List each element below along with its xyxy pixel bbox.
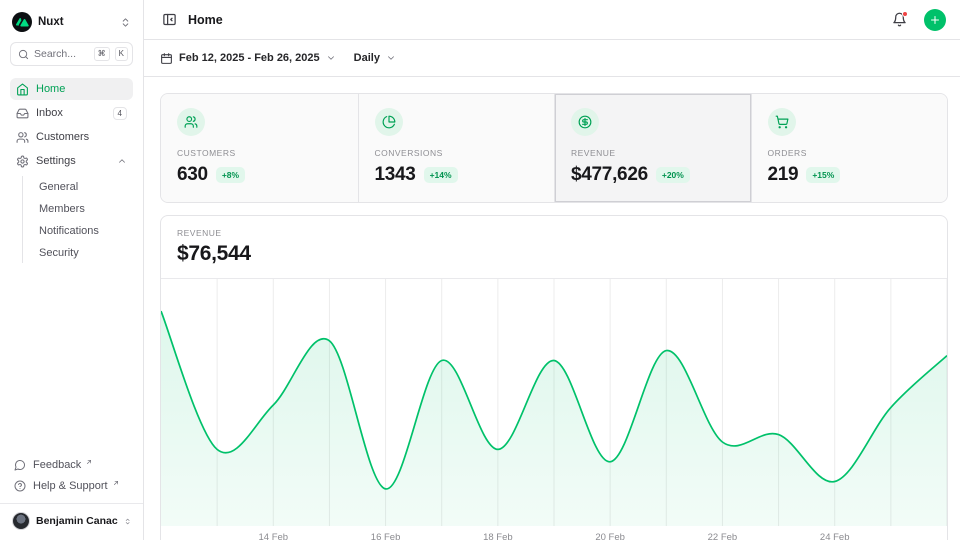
notifications-button[interactable] [890,10,909,29]
x-axis-tick-label: 18 Feb [483,532,513,540]
x-axis-tick-label: 24 Feb [820,532,850,540]
stat-label: REVENUE [571,148,735,158]
filter-toolbar: Feb 12, 2025 - Feb 26, 2025 Daily [144,40,960,77]
page-title: Home [188,13,881,27]
chart-pie-icon [382,115,396,129]
main-area: Home Feb 12, 2025 - Feb 26, 2025 Daily [144,0,960,540]
stat-icon-circle [177,108,205,136]
sidebar-item-notifications[interactable]: Notifications [35,220,133,241]
help-support-label: Help & Support [33,480,108,492]
stat-card-conversions[interactable]: CONVERSIONS 1343 +14% [358,94,555,202]
sidebar-item-home[interactable]: Home [10,78,133,100]
content: CUSTOMERS 630 +8% CONVERSIONS 1343 +14% [144,77,960,540]
user-name: Benjamin Canac [36,515,118,527]
stat-icon-circle [768,108,796,136]
stat-card-revenue[interactable]: REVENUE $477,626 +20% [554,94,751,202]
inbox-icon [16,107,29,120]
stat-delta-badge: +20% [656,167,690,183]
avatar [12,512,30,530]
stat-value: 219 [768,164,799,186]
period-select[interactable]: Daily [354,52,396,64]
sidebar-item-label: Settings [36,155,110,167]
sidebar-item-settings[interactable]: Settings [10,150,133,172]
users-icon [184,115,198,129]
stat-value: 1343 [375,164,416,186]
notification-dot [902,11,908,17]
stat-delta-badge: +14% [424,167,458,183]
sidebar-spacer [10,263,133,454]
workspace-switcher[interactable]: Nuxt [10,8,133,42]
settings-submenu: General Members Notifications Security [22,176,133,263]
date-range-picker[interactable]: Feb 12, 2025 - Feb 26, 2025 [160,52,336,65]
shopping-cart-icon [775,115,789,129]
revenue-area-chart[interactable]: 14 Feb 16 Feb 18 Feb 20 Feb 22 Feb 24 Feb [161,279,947,540]
search-placeholder: Search... [34,48,89,60]
search-input[interactable]: Search... ⌘ K [10,42,133,66]
revenue-chart-card: REVENUE $76,544 14 Feb 16 Feb 18 Feb 20 Feb… [160,215,948,540]
circle-dollar-icon [578,115,592,129]
chart-header: REVENUE $76,544 [161,216,947,279]
home-icon [16,83,29,96]
help-support-link[interactable]: Help & Support [10,475,133,496]
sidebar-item-label: Inbox [36,107,106,119]
stats-grid: CUSTOMERS 630 +8% CONVERSIONS 1343 +14% [160,93,948,203]
sidebar-item-label: Home [36,83,127,95]
plus-icon [929,14,941,26]
sidebar-item-members[interactable]: Members [35,198,133,219]
inbox-count-badge: 4 [113,107,127,120]
sidebar-item-customers[interactable]: Customers [10,126,133,148]
stat-label: CUSTOMERS [177,148,342,158]
sidebar: Nuxt Search... ⌘ K Home Inbox 4 Customer… [0,0,144,540]
sidebar-item-general[interactable]: General [35,176,133,197]
sidebar-item-inbox[interactable]: Inbox 4 [10,102,133,124]
panel-left-icon [162,12,177,27]
settings-gear-icon [16,155,29,168]
workspace-name: Nuxt [38,16,114,28]
message-circle-icon [14,459,26,471]
user-menu[interactable]: Benjamin Canac [0,503,143,532]
stat-icon-circle [375,108,403,136]
external-link-icon [112,479,120,487]
sidebar-nav: Home Inbox 4 Customers Settings General … [10,78,133,263]
feedback-label: Feedback [33,459,81,471]
stat-label: ORDERS [768,148,932,158]
collapse-sidebar-button[interactable] [160,10,179,29]
nuxt-logo-icon [12,12,32,32]
period-label: Daily [354,52,380,64]
calendar-icon [160,52,173,65]
date-range-label: Feb 12, 2025 - Feb 26, 2025 [179,52,320,64]
stat-value: $477,626 [571,164,648,186]
x-axis-tick-label: 22 Feb [708,532,738,540]
stat-card-orders[interactable]: ORDERS 219 +15% [751,94,948,202]
kbd-meta: ⌘ [94,47,110,61]
chevron-up-icon [117,156,127,166]
stat-card-customers[interactable]: CUSTOMERS 630 +8% [161,94,358,202]
users-icon [16,131,29,144]
help-circle-icon [14,480,26,492]
x-axis-tick-label: 16 Feb [371,532,401,540]
chart-value: $76,544 [177,242,931,266]
feedback-link[interactable]: Feedback [10,454,133,475]
sidebar-item-security[interactable]: Security [35,242,133,263]
chart-label: REVENUE [177,228,931,238]
x-axis-tick-label: 14 Feb [258,532,288,540]
search-icon [18,49,29,60]
stat-delta-badge: +15% [806,167,840,183]
stat-delta-badge: +8% [216,167,245,183]
chevron-down-icon [386,53,396,63]
stat-icon-circle [571,108,599,136]
stat-label: CONVERSIONS [375,148,539,158]
add-button[interactable] [924,9,946,31]
sidebar-item-label: Customers [36,131,127,143]
x-axis-tick-label: 20 Feb [595,532,625,540]
kbd-k: K [115,47,128,61]
chevron-down-icon [326,53,336,63]
external-link-icon [85,458,93,466]
app-window: Nuxt Search... ⌘ K Home Inbox 4 Customer… [0,0,960,540]
chevrons-up-down-icon [120,17,131,28]
stat-value: 630 [177,164,208,186]
top-bar: Home [144,0,960,40]
chevrons-up-down-icon [124,516,131,527]
